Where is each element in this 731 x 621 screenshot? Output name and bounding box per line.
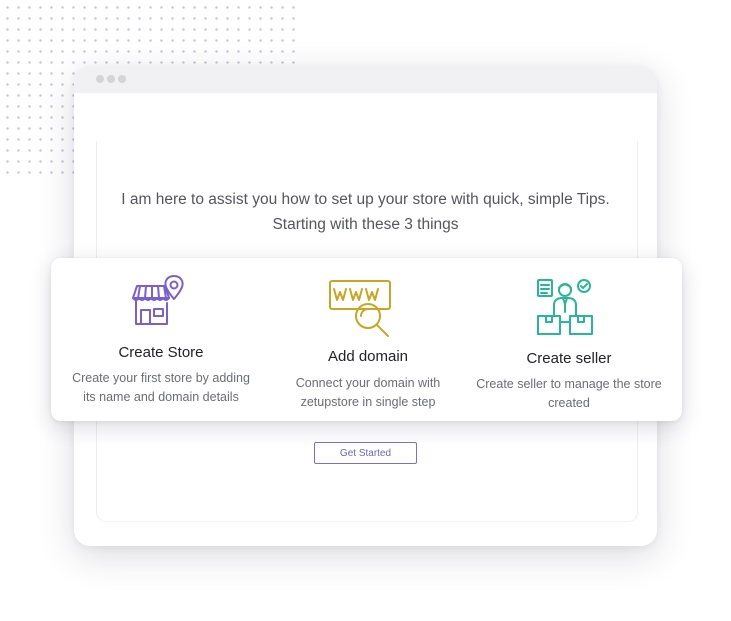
card-description-line: created [548, 396, 590, 410]
card-title: Add domain [327, 348, 409, 365]
window-maximize-dot[interactable] [118, 75, 126, 83]
card-title: Create Store [118, 344, 204, 361]
seller-icon [537, 279, 593, 335]
card-description-line: Create seller to manage the store [476, 377, 662, 391]
window-close-dot[interactable] [96, 75, 104, 83]
store-location-icon [132, 275, 184, 325]
card-description-line: its name and domain details [83, 390, 239, 404]
window-minimize-dot[interactable] [107, 75, 115, 83]
intro-line-2: Starting with these 3 things [272, 216, 459, 233]
card-description: Create seller to manage the store create… [464, 375, 674, 413]
card-description: Create your first store by adding its na… [56, 369, 266, 407]
www-search-icon [329, 280, 391, 337]
card-title: Create seller [526, 350, 612, 367]
steps-card: Create Store Create your first store by … [51, 258, 682, 421]
intro-text: I am here to assist you how to set up yo… [74, 187, 657, 237]
get-started-button[interactable]: Get Started [314, 442, 417, 464]
card-description-line: Connect your domain with [295, 376, 441, 390]
card-description-line: zetupstore in single step [300, 395, 436, 409]
window-titlebar [74, 66, 657, 93]
card-description: Connect your domain with zetupstore in s… [263, 374, 473, 412]
intro-line-1: I am here to assist you how to set up yo… [121, 191, 610, 208]
card-description-line: Create your first store by adding [72, 371, 250, 385]
